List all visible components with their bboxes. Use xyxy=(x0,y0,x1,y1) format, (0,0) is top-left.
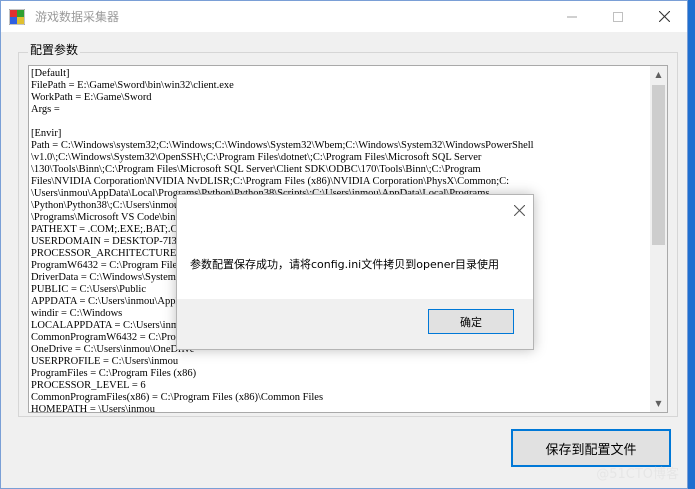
minimize-button[interactable] xyxy=(549,1,595,32)
dialog-close-button[interactable] xyxy=(513,201,526,220)
config-line: PROCESSOR_LEVEL = 6 xyxy=(31,380,146,391)
config-line: [Default] xyxy=(31,68,70,79)
dialog-message: 参数配置保存成功，请将config.ini文件拷贝到opener目录使用 xyxy=(190,258,499,271)
window-title: 游戏数据采集器 xyxy=(35,10,120,24)
title-bar[interactable]: 游戏数据采集器 xyxy=(1,1,687,32)
app-icon xyxy=(9,9,25,25)
config-line: \v1.0\;C:\Windows\System32\OpenSSH\;C:\P… xyxy=(31,152,482,163)
config-line: USERPROFILE = C:\Users\inmou xyxy=(31,356,179,367)
config-line: WorkPath = E:\Game\Sword xyxy=(31,92,152,103)
ok-button[interactable]: 确定 xyxy=(428,309,514,334)
vertical-scrollbar[interactable]: ▲ ▼ xyxy=(650,66,667,412)
config-line: Files\NVIDIA Corporation\NVIDIA NvDLISR;… xyxy=(31,176,510,187)
maximize-button[interactable] xyxy=(595,1,641,32)
message-dialog: 参数配置保存成功，请将config.ini文件拷贝到opener目录使用 确定 xyxy=(176,194,534,350)
config-line: ProgramFiles = C:\Program Files (x86) xyxy=(31,368,197,379)
dialog-footer: 确定 xyxy=(177,299,533,349)
config-line: FilePath = E:\Game\Sword\bin\win32\clien… xyxy=(31,80,234,91)
close-icon xyxy=(513,204,526,217)
scroll-down-arrow-icon[interactable]: ▼ xyxy=(650,395,667,412)
config-line: Path = C:\Windows\system32;C:\Windows;C:… xyxy=(31,140,534,151)
config-line xyxy=(31,116,649,128)
maximize-icon xyxy=(613,11,623,22)
config-line: HOMEPATH = \Users\inmou xyxy=(31,404,155,413)
close-icon xyxy=(658,11,670,22)
minimize-icon xyxy=(567,16,577,17)
config-line: Args = xyxy=(31,104,60,115)
config-group-label: 配置参数 xyxy=(28,41,81,58)
config-line: [Envir] xyxy=(31,128,62,139)
scroll-thumb[interactable] xyxy=(652,85,665,245)
config-line: \130\Tools\Binn\;C:\Program Files\Micros… xyxy=(31,164,481,175)
watermark: @51CTO博客 xyxy=(596,467,679,482)
config-line: CommonProgramFiles(x86) = C:\Program Fil… xyxy=(31,392,324,403)
close-button[interactable] xyxy=(641,1,687,32)
scroll-up-arrow-icon[interactable]: ▲ xyxy=(650,66,667,83)
save-to-config-button[interactable]: 保存到配置文件 xyxy=(511,429,671,467)
